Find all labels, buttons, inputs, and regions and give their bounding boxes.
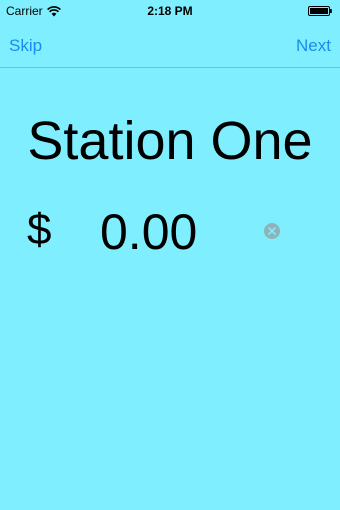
next-button[interactable]: Next [296,36,331,56]
skip-button[interactable]: Skip [9,36,42,56]
battery-icon [308,6,332,16]
clear-icon [268,227,276,235]
navigation-bar: Skip Next [0,22,340,68]
clear-button[interactable] [264,223,280,239]
status-bar: Carrier 2:18 PM [0,0,340,22]
amount-input[interactable] [100,200,255,264]
station-title: Station One [27,111,313,171]
status-time: 2:18 PM [147,4,193,18]
currency-symbol: $ [27,205,52,254]
